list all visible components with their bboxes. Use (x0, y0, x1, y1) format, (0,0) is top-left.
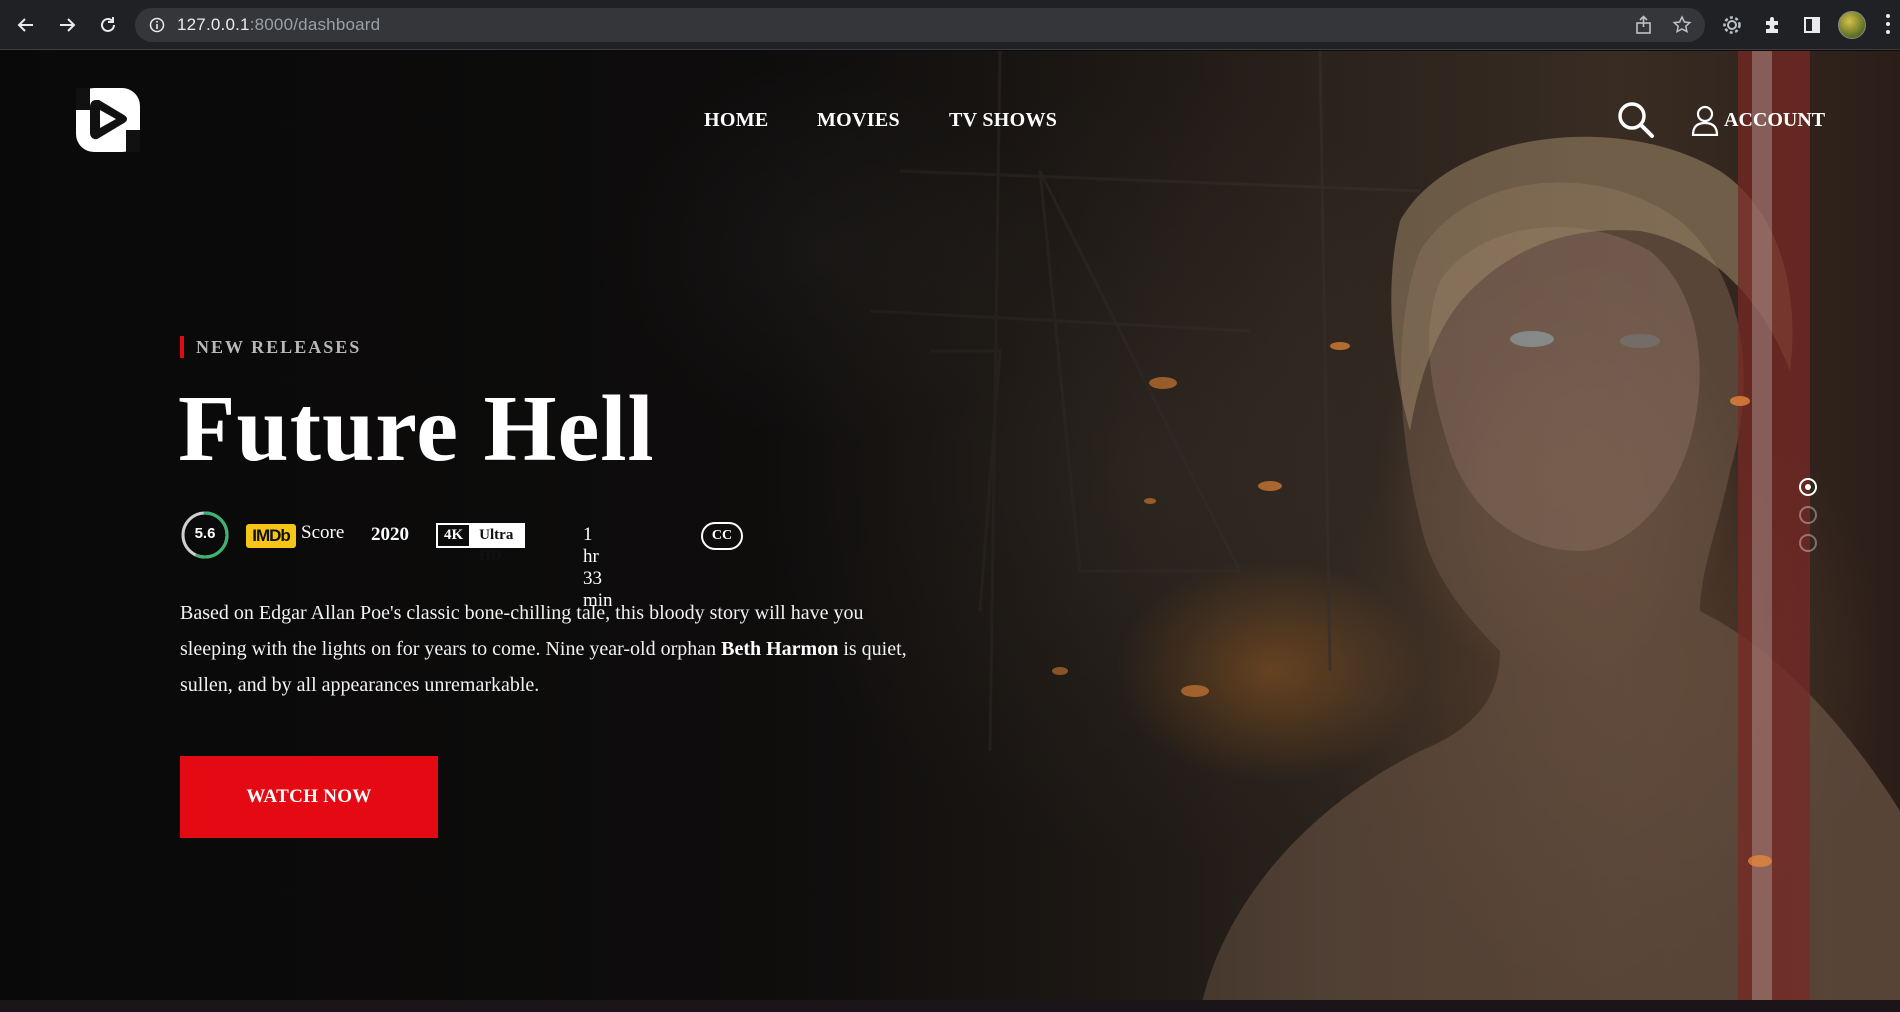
extensions-button[interactable] (1756, 9, 1788, 41)
menu-kebab-icon[interactable] (1886, 14, 1892, 36)
hero-banner: HOME MOVIES TV SHOWS ACCOUNT NEW RELEASE… (0, 51, 1900, 1012)
arrow-left-icon (17, 18, 33, 32)
movie-description: Based on Edgar Allan Poe's classic bone-… (180, 602, 907, 696)
movie-title: Future Hell (178, 377, 655, 481)
profile-avatar[interactable] (1838, 11, 1866, 39)
bottom-strip (0, 1000, 1900, 1012)
rating-value: 5.6 (194, 525, 216, 542)
reload-button[interactable] (92, 9, 124, 41)
forward-button[interactable] (51, 9, 83, 41)
slide-indicators (1799, 478, 1821, 562)
address-bar[interactable]: 127.0.0.1:8000/dashboard (135, 8, 1705, 42)
arrow-right-icon (60, 18, 76, 32)
section-eyebrow: NEW RELEASES (180, 336, 361, 358)
url-text: 127.0.0.1:8000/dashboard (177, 15, 381, 34)
puzzle-icon (1766, 17, 1778, 33)
account-label: ACCOUNT (1724, 108, 1826, 131)
star-icon[interactable] (1672, 15, 1692, 35)
watch-now-button[interactable]: WATCH NOW (180, 756, 438, 838)
slide-dot-3[interactable] (1799, 534, 1817, 552)
nav-movies[interactable]: MOVIES (817, 109, 900, 132)
nav-tv-shows[interactable]: TV SHOWS (949, 109, 1057, 132)
cc-badge: CC (701, 522, 743, 550)
side-panel-icon (1804, 17, 1820, 33)
share-icon[interactable] (1634, 15, 1654, 35)
back-button[interactable] (10, 9, 42, 41)
gear-icon (1723, 16, 1741, 34)
user-icon (1691, 105, 1719, 136)
brand-logo-icon[interactable] (74, 86, 142, 154)
quality-badge: 4K Ultra HD (436, 523, 526, 564)
slide-dot-1[interactable] (1799, 478, 1817, 496)
imdb-score-label: Score (301, 522, 345, 543)
extension-button[interactable] (1716, 9, 1748, 41)
browser-toolbar: 127.0.0.1:8000/dashboard (0, 0, 1900, 50)
character-name: Beth Harmon (721, 638, 839, 660)
side-panel-button[interactable] (1796, 9, 1828, 41)
reload-icon (101, 17, 115, 32)
info-icon[interactable] (149, 17, 165, 33)
nav-home[interactable]: HOME (704, 109, 769, 132)
account-button[interactable]: ACCOUNT (1690, 104, 1825, 136)
slide-dot-2[interactable] (1799, 506, 1817, 524)
imdb-badge: IMDb (246, 524, 296, 548)
search-icon[interactable] (1616, 100, 1656, 140)
release-year: 2020 (371, 524, 409, 545)
